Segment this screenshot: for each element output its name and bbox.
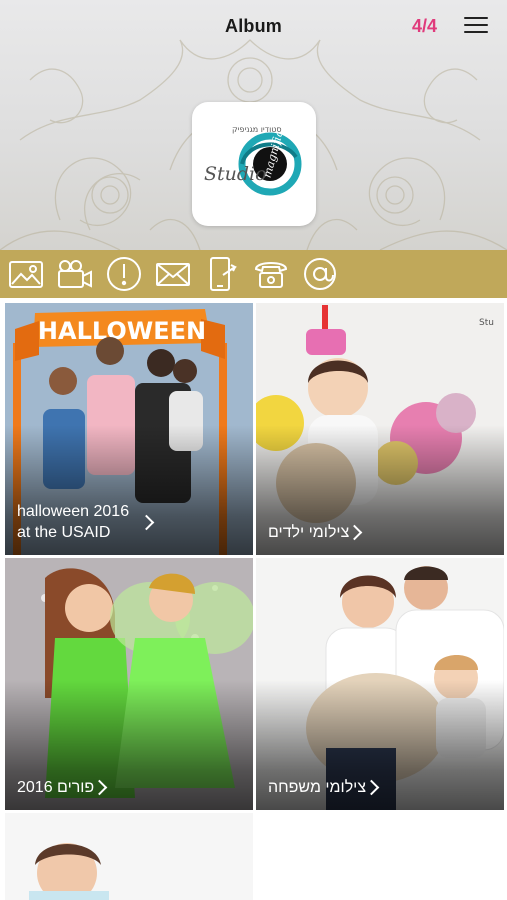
video-camera-icon[interactable] — [55, 254, 95, 294]
chevron-right-icon — [138, 514, 155, 530]
gallery-icon[interactable] — [6, 254, 46, 294]
share-phone-icon[interactable] — [202, 254, 242, 294]
chevron-right-icon — [363, 779, 380, 796]
baby-photo — [5, 813, 253, 900]
album-tile-purim[interactable]: פורים 2016 — [5, 558, 253, 810]
header: Album 4/4 Studio magnifique סטודיו מגניפ… — [0, 0, 507, 250]
info-alert-icon[interactable] — [104, 254, 144, 294]
svg-text:סטודיו מגניפיק: סטודיו מגניפיק — [232, 125, 282, 134]
svg-text:Stu: Stu — [479, 318, 494, 328]
album-tile-baby[interactable] — [5, 813, 253, 900]
studio-logo: Studio magnifique סטודיו מגניפיק — [192, 102, 316, 226]
chevron-right-icon — [91, 779, 108, 796]
album-title: צילומי ילדים — [268, 522, 372, 543]
album-title: צילומי משפחה — [268, 777, 389, 798]
album-title: פורים 2016 — [17, 777, 117, 798]
contact-icon-bar — [0, 250, 507, 298]
halloween-banner-text: HALLOWEEN — [38, 317, 206, 345]
album-title-text: צילומי משפחה — [268, 779, 367, 796]
album-tile-halloween[interactable]: HALLOWEEN halloween 2016 at the USAID — [5, 303, 253, 555]
album-title-line1: halloween 2016 — [17, 503, 130, 520]
telephone-icon[interactable] — [251, 254, 291, 294]
album-tile-family[interactable]: צילומי משפחה — [256, 558, 504, 810]
album-title-text: צילומי ילדים — [268, 524, 350, 541]
mail-icon[interactable] — [153, 254, 193, 294]
svg-text:Studio: Studio — [204, 163, 267, 185]
album-tile-kids[interactable]: Stu צילומי ילדים — [256, 303, 504, 555]
hamburger-menu-icon[interactable] — [462, 14, 490, 38]
at-sign-icon[interactable] — [300, 254, 340, 294]
studio-logo-mark: Studio magnifique סטודיו מגניפיק — [204, 115, 302, 196]
chevron-right-icon — [347, 524, 363, 541]
album-counter: 4/4 — [412, 16, 438, 36]
album-title: halloween 2016 at the USAID — [17, 501, 155, 543]
album-title-line2: at the USAID — [17, 524, 111, 541]
album-title-text: פורים 2016 — [17, 779, 95, 796]
